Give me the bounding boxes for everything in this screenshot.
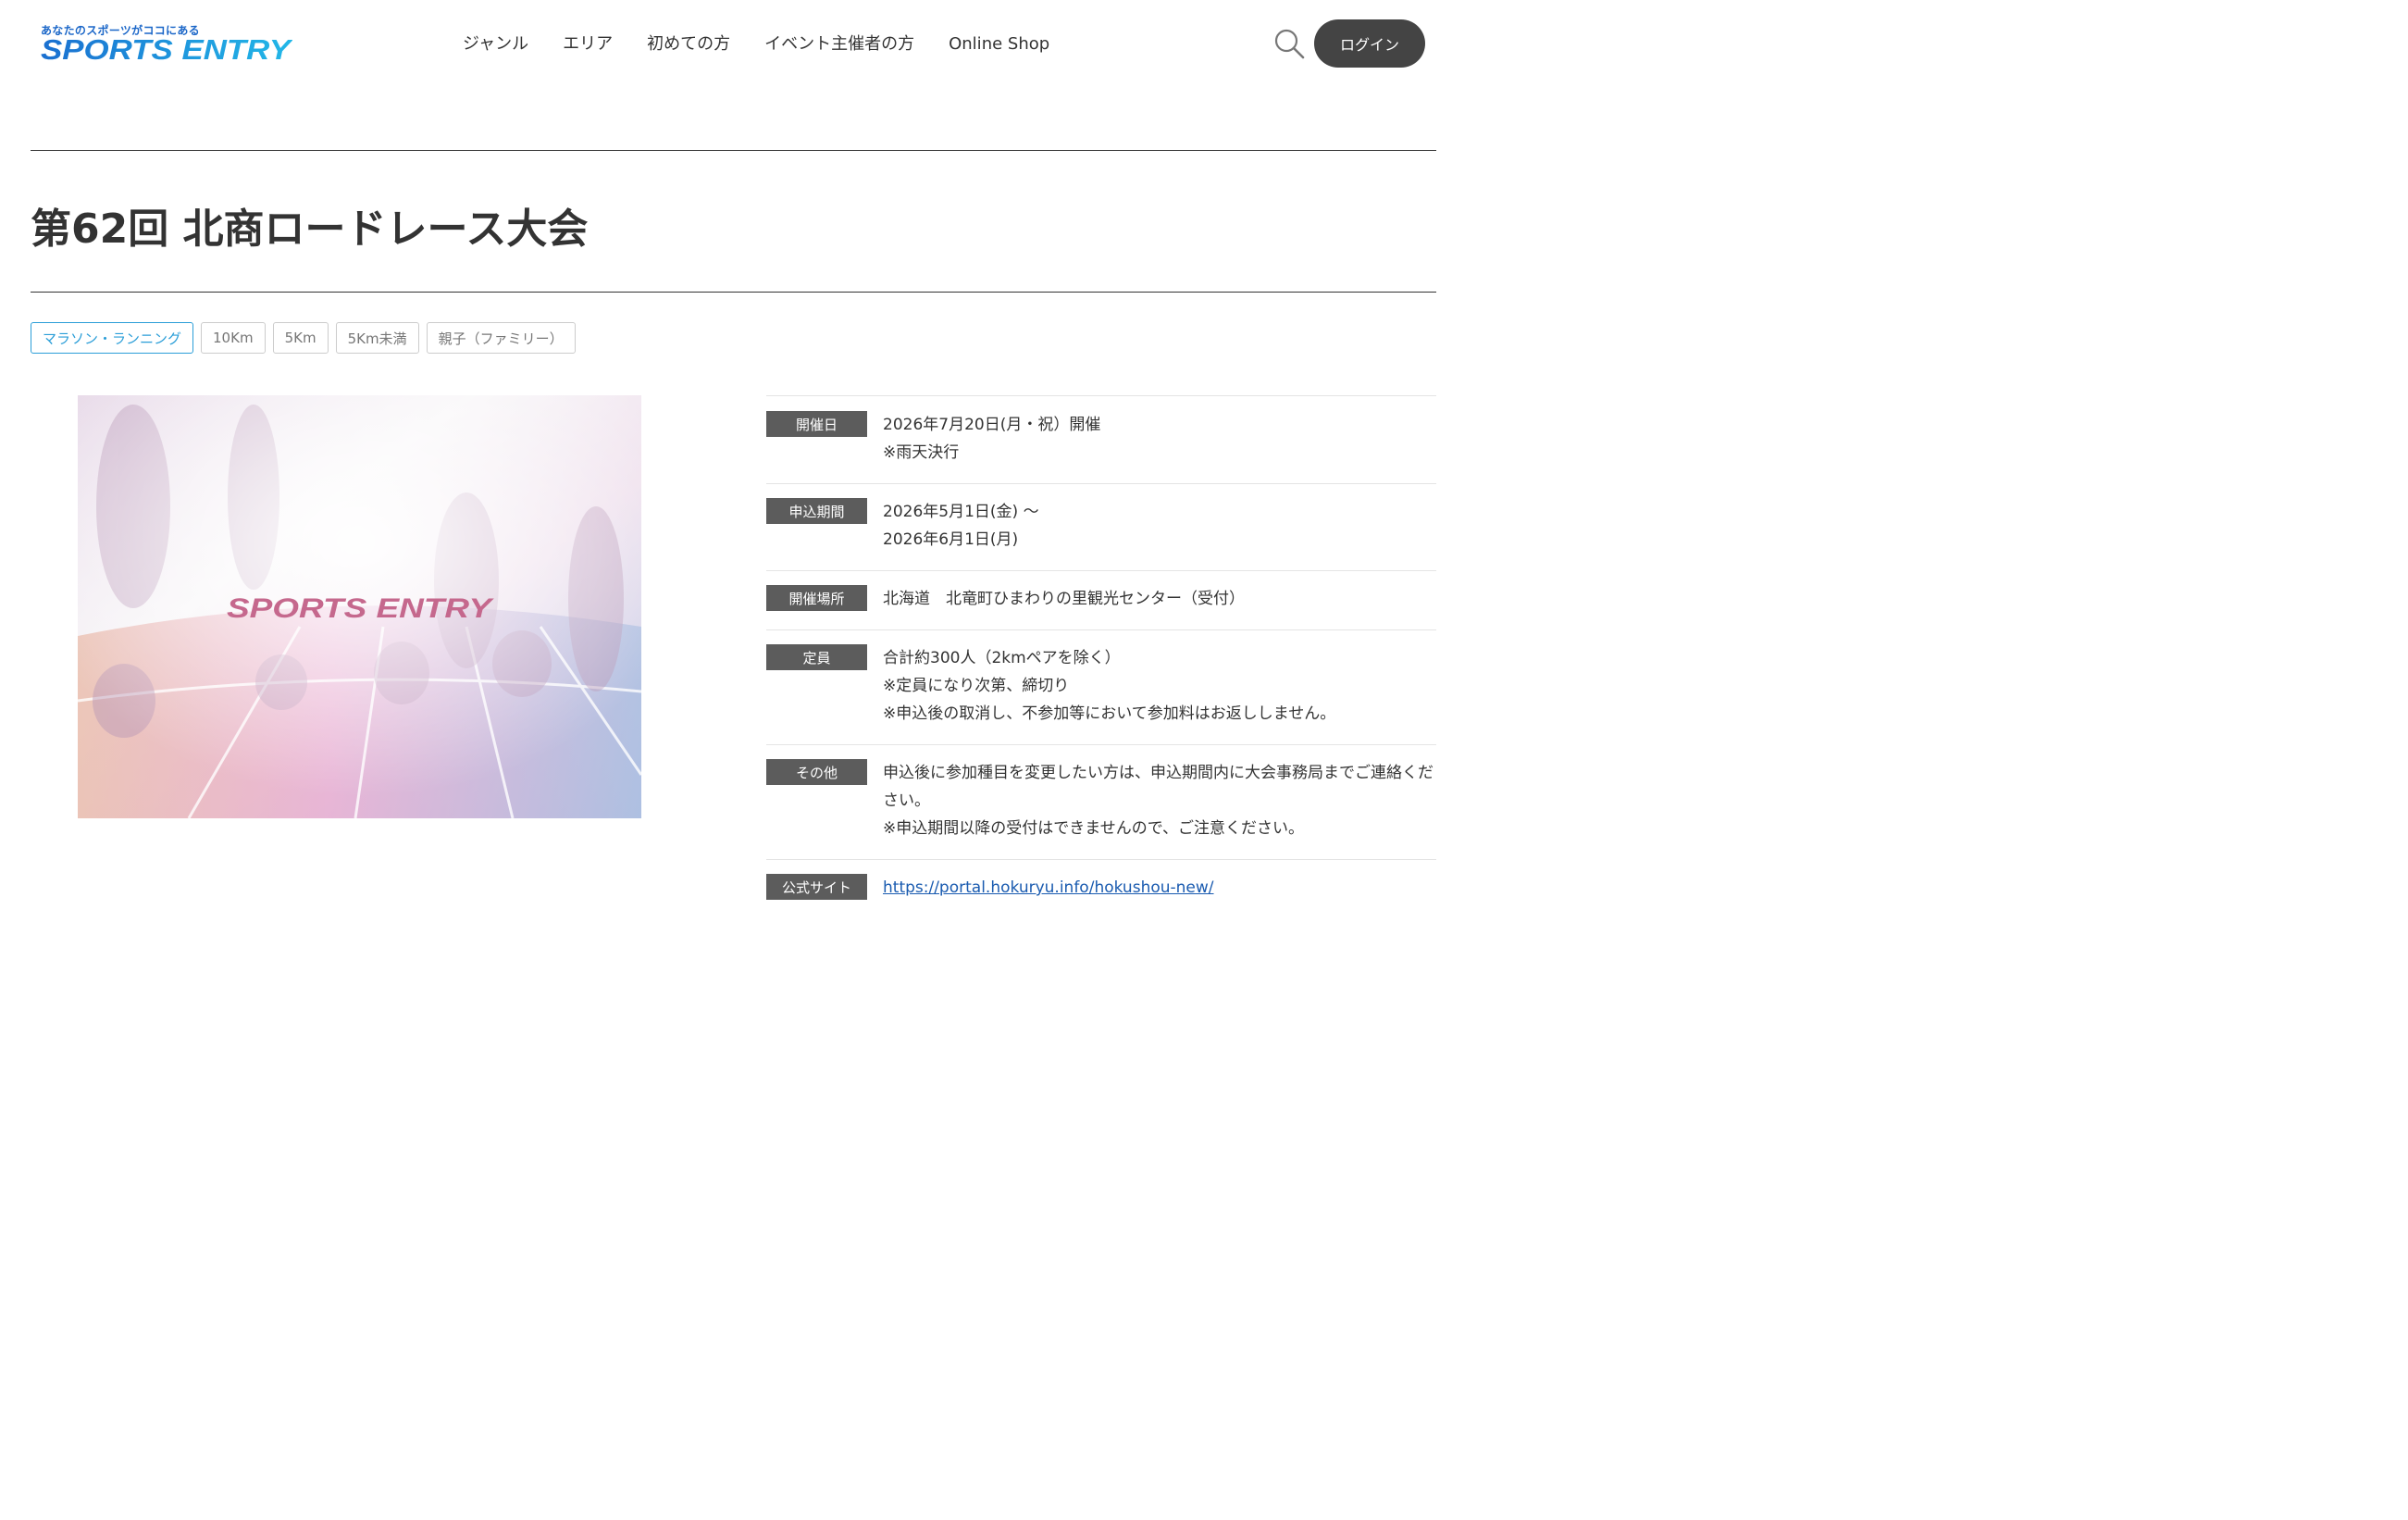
info-label: 公式サイト bbox=[766, 874, 867, 900]
tag-10km[interactable]: 10Km bbox=[201, 322, 266, 354]
nav-organizers[interactable]: イベント主催者の方 bbox=[764, 31, 914, 57]
info-row-application-period: 申込期間 2026年5月1日(金) 〜 2026年6月1日(月) bbox=[766, 483, 1436, 570]
info-label: 申込期間 bbox=[766, 498, 867, 524]
event-image: SPORTS ENTRY bbox=[78, 395, 641, 818]
tag-5km[interactable]: 5Km bbox=[272, 322, 329, 354]
info-row-official-site: 公式サイト https://portal.hokuryu.info/hokush… bbox=[766, 859, 1436, 915]
nav-online-shop[interactable]: Online Shop bbox=[949, 31, 1049, 57]
info-label: 定員 bbox=[766, 644, 867, 670]
main-nav: ジャンル エリア 初めての方 イベント主催者の方 Online Shop bbox=[463, 31, 1049, 57]
nav-genre[interactable]: ジャンル bbox=[463, 31, 528, 57]
site-logo[interactable]: あなたのスポーツがココにある SPORTS ENTRY bbox=[41, 22, 292, 65]
tag-marathon-running[interactable]: マラソン・ランニング bbox=[31, 322, 194, 354]
logo-wordmark: SPORTS ENTRY bbox=[41, 35, 292, 65]
divider bbox=[31, 150, 1436, 151]
image-logo-text: SPORTS ENTRY bbox=[227, 593, 495, 624]
info-value: 2026年7月20日(月・祝）開催 bbox=[883, 416, 1101, 434]
info-value: 申込後に参加種目を変更したい方は、申込期間内に大会事務局までご連絡ください。 bbox=[883, 764, 1434, 810]
official-site-link[interactable]: https://portal.hokuryu.info/hokushou-new… bbox=[883, 878, 1214, 897]
divider bbox=[31, 292, 1436, 293]
tag-under-5km[interactable]: 5Km未満 bbox=[335, 322, 419, 354]
info-value: 2026年6月1日(月) bbox=[883, 530, 1019, 549]
info-label: 開催日 bbox=[766, 411, 867, 437]
nav-first-time[interactable]: 初めての方 bbox=[647, 31, 730, 57]
search-icon[interactable] bbox=[1273, 28, 1305, 59]
info-value: ※定員になり次第、締切り bbox=[883, 677, 1070, 695]
info-row-venue: 開催場所 北海道 北竜町ひまわりの里観光センター（受付） bbox=[766, 570, 1436, 629]
info-value: 北海道 北竜町ひまわりの里観光センター（受付） bbox=[883, 590, 1245, 608]
info-value: ※雨天決行 bbox=[883, 443, 960, 462]
info-row-date: 開催日 2026年7月20日(月・祝）開催 ※雨天決行 bbox=[766, 395, 1436, 483]
event-info-table: 開催日 2026年7月20日(月・祝）開催 ※雨天決行 申込期間 2026年5月… bbox=[766, 395, 1436, 915]
nav-area[interactable]: エリア bbox=[563, 31, 613, 57]
page-title: 第62回 北商ロードレース大会 bbox=[31, 206, 589, 253]
info-value: 2026年5月1日(金) 〜 bbox=[883, 503, 1039, 521]
tag-family[interactable]: 親子（ファミリー） bbox=[426, 322, 576, 354]
info-row-capacity: 定員 合計約300人（2kmペアを除く） ※定員になり次第、締切り ※申込後の取… bbox=[766, 629, 1436, 744]
info-value: ※申込期間以降の受付はできませんので、ご注意ください。 bbox=[883, 819, 1305, 838]
site-header: あなたのスポーツがココにある SPORTS ENTRY ジャンル エリア 初めて… bbox=[0, 0, 1436, 89]
info-row-other: その他 申込後に参加種目を変更したい方は、申込期間内に大会事務局までご連絡くださ… bbox=[766, 744, 1436, 859]
category-tags: マラソン・ランニング 10Km 5Km 5Km未満 親子（ファミリー） bbox=[31, 322, 576, 354]
info-value: ※申込後の取消し、不参加等において参加料はお返ししません。 bbox=[883, 704, 1336, 723]
info-label: その他 bbox=[766, 759, 867, 785]
logo-wordmark-text: SPORTS ENTRY bbox=[41, 35, 292, 65]
info-label: 開催場所 bbox=[766, 585, 867, 611]
login-button[interactable]: ログイン bbox=[1314, 19, 1425, 68]
info-value: 合計約300人（2kmペアを除く） bbox=[883, 649, 1121, 667]
